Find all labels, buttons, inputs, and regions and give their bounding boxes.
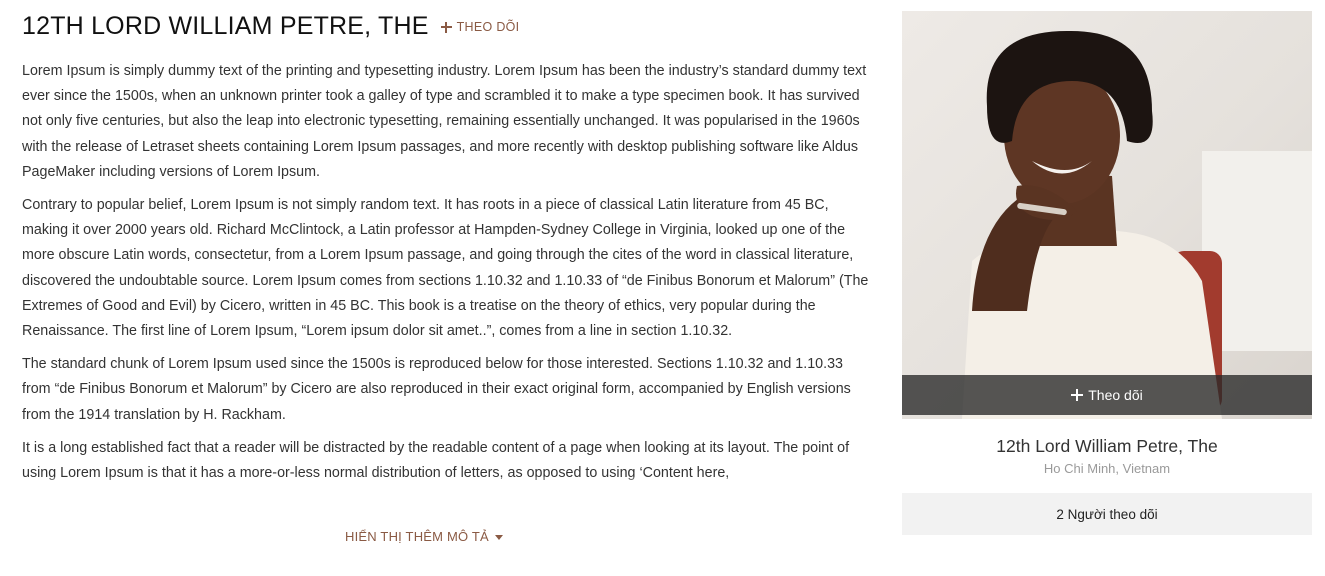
portrait-illustration — [962, 30, 1312, 419]
card-name: 12th Lord William Petre, The — [996, 436, 1218, 456]
profile-card: Theo dõi 12th Lord William Petre, The Ho… — [902, 11, 1312, 535]
description-paragraph: Contrary to popular belief, Lorem Ipsum … — [22, 197, 869, 340]
page-title: 12TH LORD WILLIAM PETRE, THE — [22, 11, 429, 40]
description-paragraph: The standard chunk of Lorem Ipsum used s… — [22, 356, 851, 423]
description-fade — [22, 477, 872, 519]
follow-button-label: THEO DÕI — [456, 20, 520, 34]
caret-down-icon — [494, 535, 503, 540]
followers-count[interactable]: 2 Người theo dõi — [902, 493, 1312, 535]
followers-label: 2 Người theo dõi — [1056, 506, 1158, 522]
follow-button[interactable]: THEO DÕI — [440, 20, 520, 34]
card-follow-button[interactable]: Theo dõi — [902, 375, 1312, 415]
show-more-button[interactable]: HIỂN THỊ THÊM MÔ TẢ — [345, 529, 503, 544]
profile-main: 12TH LORD WILLIAM PETRE, THE THEO DÕI Lo… — [22, 8, 872, 519]
plus-icon — [440, 21, 452, 33]
show-more-label: HIỂN THỊ THÊM MÔ TẢ — [345, 529, 489, 544]
card-location: Ho Chi Minh, Vietnam — [1043, 461, 1171, 476]
title-row: 12TH LORD WILLIAM PETRE, THE THEO DÕI — [22, 8, 872, 44]
profile-photo: Theo dõi — [902, 11, 1312, 419]
description-paragraph: Lorem Ipsum is simply dummy text of the … — [22, 63, 867, 180]
card-follow-label: Theo dõi — [1088, 387, 1143, 403]
description: Lorem Ipsum is simply dummy text of the … — [22, 59, 872, 519]
plus-icon — [1071, 389, 1084, 401]
